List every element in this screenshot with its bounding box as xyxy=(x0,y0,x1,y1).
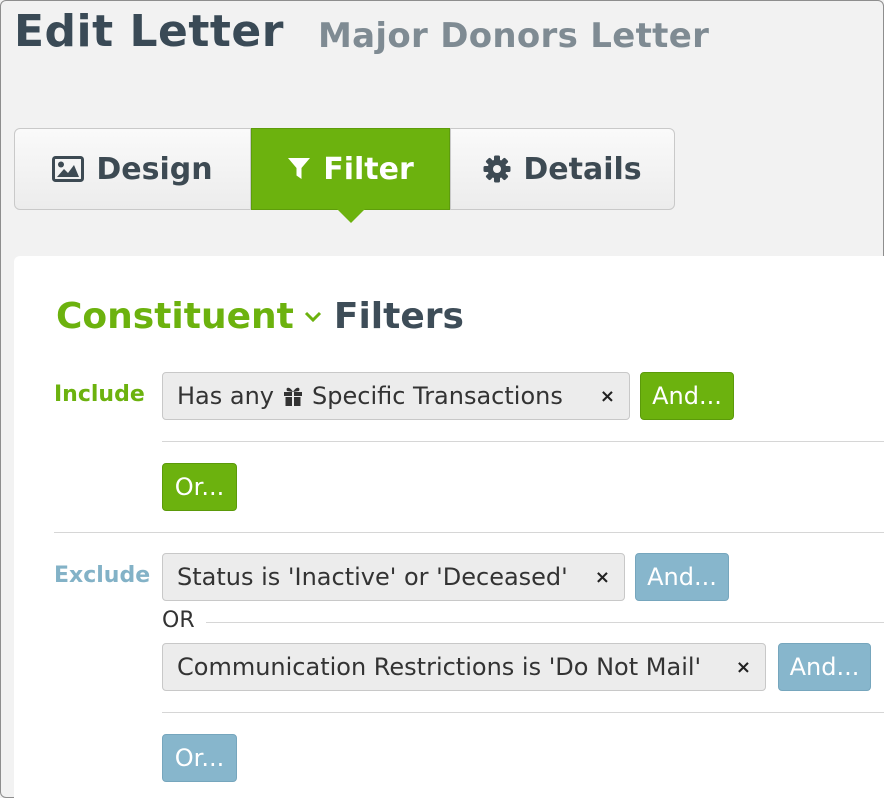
exclude-label: Exclude xyxy=(54,563,151,588)
condition-text: Communication Restrictions is 'Do Not Ma… xyxy=(177,653,702,681)
condition-text: Status is 'Inactive' or 'Deceased' xyxy=(177,563,568,591)
entity-selector[interactable]: Constituent xyxy=(56,296,294,337)
gear-icon xyxy=(483,155,511,183)
condition-prefix: Has any xyxy=(177,382,275,410)
image-icon xyxy=(52,156,85,182)
page-title: Edit Letter xyxy=(14,6,284,57)
tab-filter[interactable]: Filter xyxy=(251,128,450,223)
exclude-or-button[interactable]: Or... xyxy=(162,734,237,782)
exclude-condition-chip[interactable]: Status is 'Inactive' or 'Deceased' × xyxy=(162,553,625,601)
exclude-divider xyxy=(162,712,884,713)
section-divider xyxy=(54,532,884,533)
exclude-and-button[interactable]: And... xyxy=(778,643,871,691)
tab-details[interactable]: Details xyxy=(450,128,675,210)
filter-panel: Constituent Filters Include Has any Spec… xyxy=(14,256,884,798)
exclude-and-button[interactable]: And... xyxy=(635,553,729,601)
or-separator: OR xyxy=(162,608,195,633)
exclude-condition-chip[interactable]: Communication Restrictions is 'Do Not Ma… xyxy=(162,643,766,691)
or-separator-line xyxy=(206,622,884,623)
funnel-icon xyxy=(287,156,311,182)
include-label: Include xyxy=(54,382,145,407)
tab-design[interactable]: Design xyxy=(14,128,251,210)
tab-filter-label: Filter xyxy=(323,151,414,187)
filters-label: Filters xyxy=(333,296,464,337)
condition-suffix: Specific Transactions xyxy=(312,382,563,410)
tab-bar: Design Filter Details xyxy=(14,128,675,223)
remove-condition-icon[interactable]: × xyxy=(579,567,610,588)
filters-heading: Constituent Filters xyxy=(56,296,464,337)
remove-condition-icon[interactable]: × xyxy=(720,657,751,678)
include-or-button[interactable]: Or... xyxy=(162,463,237,511)
tab-design-label: Design xyxy=(96,151,213,187)
gift-icon xyxy=(282,385,304,407)
chevron-down-icon[interactable] xyxy=(304,311,322,323)
remove-condition-icon[interactable]: × xyxy=(584,386,615,407)
include-divider xyxy=(162,441,884,442)
include-condition-chip[interactable]: Has any Specific Transactions × xyxy=(162,372,630,420)
letter-name: Major Donors Letter xyxy=(318,16,710,56)
tab-details-label: Details xyxy=(523,151,642,187)
include-and-button[interactable]: And... xyxy=(640,372,734,420)
active-tab-pointer xyxy=(336,209,365,223)
